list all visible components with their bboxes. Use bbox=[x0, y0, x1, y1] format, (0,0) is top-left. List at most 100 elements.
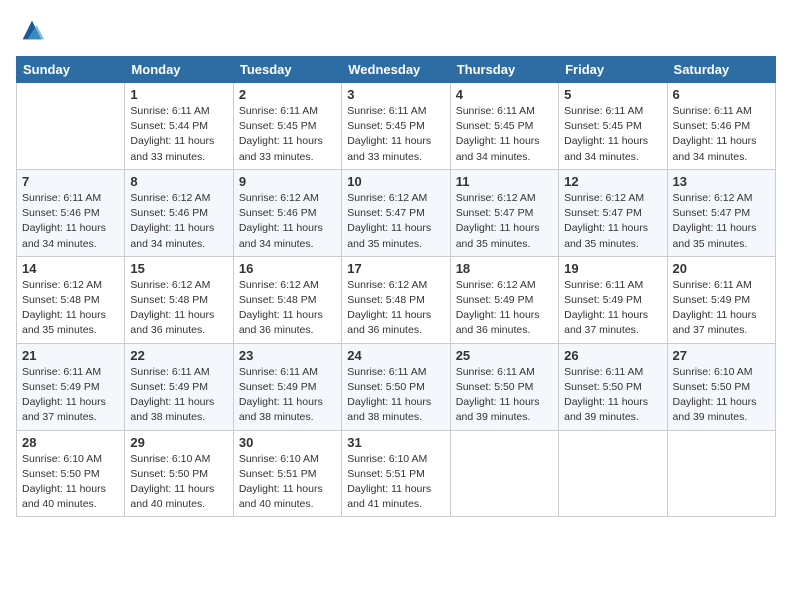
calendar-cell: 24 Sunrise: 6:11 AM Sunset: 5:50 PM Dayli… bbox=[342, 343, 450, 430]
calendar-cell: 6 Sunrise: 6:11 AM Sunset: 5:46 PM Daylig… bbox=[667, 83, 775, 170]
day-number: 5 bbox=[564, 87, 661, 102]
day-info: Sunrise: 6:11 AM Sunset: 5:50 PM Dayligh… bbox=[564, 365, 661, 426]
calendar-cell: 1Sunrise: 6:11 AM Sunset: 5:44 PM Daylig… bbox=[125, 83, 233, 170]
day-number: 12 bbox=[564, 174, 661, 189]
calendar-cell bbox=[17, 83, 125, 170]
day-number: 30 bbox=[239, 435, 336, 450]
day-info: Sunrise: 6:11 AM Sunset: 5:45 PM Dayligh… bbox=[347, 104, 444, 165]
day-info: Sunrise: 6:11 AM Sunset: 5:49 PM Dayligh… bbox=[130, 365, 227, 426]
calendar-cell: 9Sunrise: 6:12 AM Sunset: 5:46 PM Daylig… bbox=[233, 169, 341, 256]
day-number: 6 bbox=[673, 87, 770, 102]
calendar-cell: 27 Sunrise: 6:10 AM Sunset: 5:50 PM Dayli… bbox=[667, 343, 775, 430]
calendar-cell: 5 Sunrise: 6:11 AM Sunset: 5:45 PM Daylig… bbox=[559, 83, 667, 170]
header-tuesday: Tuesday bbox=[233, 57, 341, 83]
day-info: Sunrise: 6:11 AM Sunset: 5:50 PM Dayligh… bbox=[456, 365, 553, 426]
week-row-3: 14 Sunrise: 6:12 AM Sunset: 5:48 PM Dayli… bbox=[17, 256, 776, 343]
page-header bbox=[16, 16, 776, 44]
day-number: 24 bbox=[347, 348, 444, 363]
day-info: Sunrise: 6:11 AM Sunset: 5:45 PM Dayligh… bbox=[564, 104, 661, 165]
day-number: 23 bbox=[239, 348, 336, 363]
day-number: 26 bbox=[564, 348, 661, 363]
day-number: 18 bbox=[456, 261, 553, 276]
calendar-cell: 21 Sunrise: 6:11 AM Sunset: 5:49 PM Dayli… bbox=[17, 343, 125, 430]
calendar-cell: 2 Sunrise: 6:11 AM Sunset: 5:45 PM Daylig… bbox=[233, 83, 341, 170]
calendar-cell: 29 Sunrise: 6:10 AM Sunset: 5:50 PM Dayli… bbox=[125, 430, 233, 517]
day-number: 21 bbox=[22, 348, 119, 363]
calendar-cell: 11 Sunrise: 6:12 AM Sunset: 5:47 PM Dayli… bbox=[450, 169, 558, 256]
calendar-cell: 22 Sunrise: 6:11 AM Sunset: 5:49 PM Dayli… bbox=[125, 343, 233, 430]
day-number: 16 bbox=[239, 261, 336, 276]
calendar-cell: 28 Sunrise: 6:10 AM Sunset: 5:50 PM Dayli… bbox=[17, 430, 125, 517]
day-number: 28 bbox=[22, 435, 119, 450]
calendar-cell: 31 Sunrise: 6:10 AM Sunset: 5:51 PM Dayli… bbox=[342, 430, 450, 517]
day-info: Sunrise: 6:11 AM Sunset: 5:45 PM Dayligh… bbox=[239, 104, 336, 165]
calendar-cell: 16 Sunrise: 6:12 AM Sunset: 5:48 PM Dayli… bbox=[233, 256, 341, 343]
header-monday: Monday bbox=[125, 57, 233, 83]
day-number: 14 bbox=[22, 261, 119, 276]
day-number: 7 bbox=[22, 174, 119, 189]
calendar-table: SundayMondayTuesdayWednesdayThursdayFrid… bbox=[16, 56, 776, 517]
calendar-cell: 8Sunrise: 6:12 AM Sunset: 5:46 PM Daylig… bbox=[125, 169, 233, 256]
day-number: 17 bbox=[347, 261, 444, 276]
day-info: Sunrise: 6:12 AM Sunset: 5:47 PM Dayligh… bbox=[347, 191, 444, 252]
day-info: Sunrise: 6:11 AM Sunset: 5:46 PM Dayligh… bbox=[22, 191, 119, 252]
day-info: Sunrise: 6:10 AM Sunset: 5:50 PM Dayligh… bbox=[673, 365, 770, 426]
day-info: Sunrise: 6:12 AM Sunset: 5:47 PM Dayligh… bbox=[673, 191, 770, 252]
calendar-cell: 30Sunrise: 6:10 AM Sunset: 5:51 PM Dayli… bbox=[233, 430, 341, 517]
day-info: Sunrise: 6:11 AM Sunset: 5:44 PM Dayligh… bbox=[130, 104, 227, 165]
day-number: 2 bbox=[239, 87, 336, 102]
calendar-cell: 14Sunrise: 6:12 AM Sunset: 5:48 PM Dayli… bbox=[17, 256, 125, 343]
day-info: Sunrise: 6:12 AM Sunset: 5:48 PM Dayligh… bbox=[347, 278, 444, 339]
day-number: 11 bbox=[456, 174, 553, 189]
calendar-cell: 26 Sunrise: 6:11 AM Sunset: 5:50 PM Dayli… bbox=[559, 343, 667, 430]
day-number: 29 bbox=[130, 435, 227, 450]
header-friday: Friday bbox=[559, 57, 667, 83]
calendar-cell: 12 Sunrise: 6:12 AM Sunset: 5:47 PM Dayli… bbox=[559, 169, 667, 256]
calendar-cell bbox=[450, 430, 558, 517]
header-sunday: Sunday bbox=[17, 57, 125, 83]
day-info: Sunrise: 6:11 AM Sunset: 5:46 PM Dayligh… bbox=[673, 104, 770, 165]
day-number: 8 bbox=[130, 174, 227, 189]
calendar-cell: 20Sunrise: 6:11 AM Sunset: 5:49 PM Dayli… bbox=[667, 256, 775, 343]
day-info: Sunrise: 6:12 AM Sunset: 5:47 PM Dayligh… bbox=[564, 191, 661, 252]
logo-icon bbox=[18, 16, 46, 44]
day-info: Sunrise: 6:11 AM Sunset: 5:50 PM Dayligh… bbox=[347, 365, 444, 426]
day-number: 4 bbox=[456, 87, 553, 102]
day-info: Sunrise: 6:10 AM Sunset: 5:50 PM Dayligh… bbox=[130, 452, 227, 513]
calendar-cell: 25 Sunrise: 6:11 AM Sunset: 5:50 PM Dayli… bbox=[450, 343, 558, 430]
calendar-cell bbox=[559, 430, 667, 517]
day-number: 22 bbox=[130, 348, 227, 363]
day-info: Sunrise: 6:11 AM Sunset: 5:45 PM Dayligh… bbox=[456, 104, 553, 165]
day-number: 27 bbox=[673, 348, 770, 363]
day-number: 25 bbox=[456, 348, 553, 363]
calendar-cell bbox=[667, 430, 775, 517]
day-number: 31 bbox=[347, 435, 444, 450]
calendar-cell: 15 Sunrise: 6:12 AM Sunset: 5:48 PM Dayli… bbox=[125, 256, 233, 343]
calendar-cell: 10 Sunrise: 6:12 AM Sunset: 5:47 PM Dayli… bbox=[342, 169, 450, 256]
day-info: Sunrise: 6:12 AM Sunset: 5:48 PM Dayligh… bbox=[239, 278, 336, 339]
day-info: Sunrise: 6:11 AM Sunset: 5:49 PM Dayligh… bbox=[22, 365, 119, 426]
day-info: Sunrise: 6:12 AM Sunset: 5:48 PM Dayligh… bbox=[130, 278, 227, 339]
week-row-2: 7 Sunrise: 6:11 AM Sunset: 5:46 PM Daylig… bbox=[17, 169, 776, 256]
day-number: 13 bbox=[673, 174, 770, 189]
day-number: 19 bbox=[564, 261, 661, 276]
header-row: SundayMondayTuesdayWednesdayThursdayFrid… bbox=[17, 57, 776, 83]
header-wednesday: Wednesday bbox=[342, 57, 450, 83]
week-row-4: 21 Sunrise: 6:11 AM Sunset: 5:49 PM Dayli… bbox=[17, 343, 776, 430]
header-thursday: Thursday bbox=[450, 57, 558, 83]
week-row-1: 1Sunrise: 6:11 AM Sunset: 5:44 PM Daylig… bbox=[17, 83, 776, 170]
day-info: Sunrise: 6:12 AM Sunset: 5:47 PM Dayligh… bbox=[456, 191, 553, 252]
day-info: Sunrise: 6:10 AM Sunset: 5:50 PM Dayligh… bbox=[22, 452, 119, 513]
week-row-5: 28 Sunrise: 6:10 AM Sunset: 5:50 PM Dayli… bbox=[17, 430, 776, 517]
day-number: 10 bbox=[347, 174, 444, 189]
day-number: 3 bbox=[347, 87, 444, 102]
day-number: 15 bbox=[130, 261, 227, 276]
day-info: Sunrise: 6:11 AM Sunset: 5:49 PM Dayligh… bbox=[239, 365, 336, 426]
calendar-cell: 19Sunrise: 6:11 AM Sunset: 5:49 PM Dayli… bbox=[559, 256, 667, 343]
day-number: 20 bbox=[673, 261, 770, 276]
calendar-cell: 13 Sunrise: 6:12 AM Sunset: 5:47 PM Dayli… bbox=[667, 169, 775, 256]
day-info: Sunrise: 6:10 AM Sunset: 5:51 PM Dayligh… bbox=[347, 452, 444, 513]
logo bbox=[16, 16, 46, 44]
day-number: 9 bbox=[239, 174, 336, 189]
calendar-cell: 17 Sunrise: 6:12 AM Sunset: 5:48 PM Dayli… bbox=[342, 256, 450, 343]
